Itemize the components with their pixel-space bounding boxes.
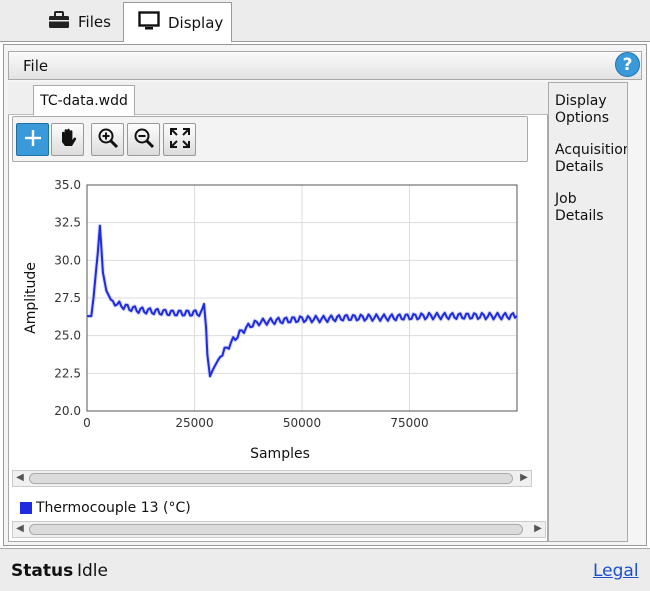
legend-swatch: [20, 502, 32, 514]
tab-tc-data[interactable]: TC-data.wdd: [33, 85, 135, 116]
chart-legend: Thermocouple 13 (°C): [20, 500, 191, 516]
tab-display[interactable]: Display: [123, 2, 232, 42]
scroll-right-arrow-icon[interactable]: ▶: [532, 523, 544, 534]
crosshair-button[interactable]: [16, 123, 49, 156]
y-axis-label: Amplitude: [23, 262, 39, 334]
x-tick-label: 75000: [390, 416, 428, 430]
side-item-job-details[interactable]: Job Details: [555, 191, 604, 225]
zoom-out-icon: [133, 127, 155, 153]
y-tick-label: 27.5: [54, 291, 81, 305]
x-axis-label: Samples: [250, 446, 310, 462]
pan-button[interactable]: [51, 123, 84, 156]
y-tick-label: 25.0: [54, 329, 81, 343]
status-value: Idle: [77, 561, 108, 581]
scroll-left-arrow-icon[interactable]: ◀: [14, 523, 26, 534]
legend-label: Thermocouple 13 (°C): [36, 500, 191, 516]
chart-container: 20.0 22.5 25.0 27.5 30.0 32.5 35.0 0 25000 50000 7…: [12, 165, 532, 465]
y-tick-label: 30.0: [54, 253, 81, 267]
chart-horizontal-scrollbar[interactable]: ◀ ▶: [12, 470, 532, 487]
scroll-right-arrow-icon[interactable]: ▶: [518, 472, 530, 483]
help-button[interactable]: ?: [615, 52, 640, 77]
legend-horizontal-scrollbar[interactable]: ◀ ▶: [12, 521, 546, 538]
crosshair-icon: [23, 128, 43, 152]
pan-hand-icon: [57, 127, 79, 153]
zoom-in-icon: [97, 127, 119, 153]
file-menu-bar: File: [8, 51, 642, 80]
x-tick-label: 0: [83, 416, 91, 430]
line-chart[interactable]: 20.0 22.5 25.0 27.5 30.0 32.5 35.0 0 25000 50000 7…: [12, 165, 532, 465]
zoom-out-button[interactable]: [127, 123, 160, 156]
doc-tab-label: TC-data.wdd: [40, 92, 128, 109]
x-tick-label: 50000: [283, 416, 321, 430]
scroll-thumb[interactable]: [29, 524, 523, 535]
x-tick-label: 25000: [175, 416, 213, 430]
tab-files[interactable]: Files: [38, 2, 120, 42]
tab-display-label: Display: [168, 13, 224, 32]
file-menu[interactable]: File: [23, 57, 48, 75]
fit-button[interactable]: [163, 123, 196, 156]
briefcase-icon: [48, 11, 70, 33]
scroll-left-arrow-icon[interactable]: ◀: [14, 472, 26, 483]
zoom-in-button[interactable]: [91, 123, 124, 156]
y-tick-label: 22.5: [54, 366, 81, 380]
monitor-icon: [138, 10, 160, 35]
y-tick-label: 35.0: [54, 178, 81, 192]
fit-expand-icon: [169, 127, 191, 153]
scroll-thumb[interactable]: [29, 473, 513, 484]
tab-files-label: Files: [78, 13, 111, 31]
legal-link[interactable]: Legal: [593, 561, 639, 581]
status-label: Status: [11, 561, 74, 581]
side-item-display-options[interactable]: Display Options: [555, 93, 609, 127]
chart-toolbar: [12, 116, 528, 162]
side-item-acquisition-details[interactable]: Acquisition Details: [555, 142, 627, 176]
y-tick-label: 20.0: [54, 404, 81, 418]
side-panel: Display Options Acquisition Details Job …: [548, 82, 628, 542]
y-tick-label: 32.5: [54, 216, 81, 230]
